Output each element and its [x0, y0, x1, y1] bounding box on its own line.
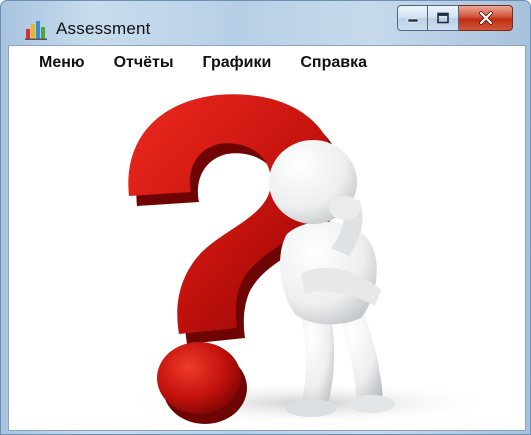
thinking-figure [269, 140, 395, 417]
menu-item-reports[interactable]: Отчёты [114, 54, 174, 72]
title-bar[interactable]: Assessment [1, 1, 530, 45]
menu-bar: Меню Отчёты Графики Справка [9, 46, 525, 80]
window-bottom-frame [1, 427, 530, 434]
question-mark-illustration [119, 94, 499, 425]
close-icon [478, 11, 493, 25]
client-area: Меню Отчёты Графики Справка [8, 45, 526, 431]
app-icon [25, 21, 47, 40]
menu-item-charts[interactable]: Графики [203, 54, 272, 72]
minimize-icon [407, 18, 418, 23]
menu-item-help[interactable]: Справка [300, 54, 367, 72]
window-title: Assessment [56, 19, 151, 38]
caption-buttons [397, 5, 513, 33]
menu-item-menu[interactable]: Меню [39, 54, 85, 72]
minimize-button[interactable] [397, 5, 428, 31]
close-button[interactable] [459, 5, 513, 31]
question-mark-dot [157, 342, 241, 414]
application-window: Assessment Меню Отчёты Графики Справка [0, 0, 531, 435]
maximize-icon [437, 12, 449, 24]
maximize-button[interactable] [428, 5, 459, 31]
